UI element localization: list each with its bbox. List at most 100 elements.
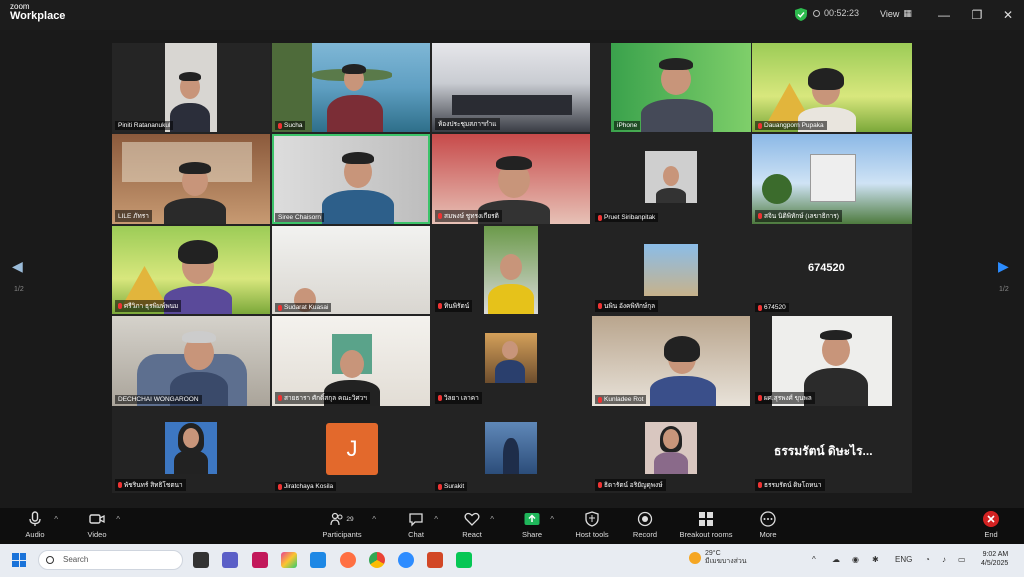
video-tile[interactable]: ผศ.สุรพงศ์ ขุนพล bbox=[752, 316, 912, 406]
language-indicator[interactable]: ENG bbox=[895, 555, 912, 564]
meeting-toolbar: Audio ^ Video ^ 29 Participants ^ Chat ^… bbox=[0, 508, 1024, 544]
participants-icon bbox=[330, 512, 343, 526]
video-tile[interactable]: Sudarat Kuasai bbox=[272, 226, 430, 314]
chevron-up-icon[interactable]: ^ bbox=[550, 515, 554, 524]
view-button[interactable]: View ▦ bbox=[880, 8, 912, 19]
participant-name: ธิดารัตน์ อริยัญดุพงษ์ bbox=[595, 479, 666, 491]
record-icon bbox=[637, 511, 653, 527]
more-button[interactable]: More bbox=[756, 511, 780, 539]
video-tile[interactable]: Pruet Siribanpitak bbox=[592, 134, 750, 224]
participants-button[interactable]: 29 Participants ^ bbox=[318, 511, 376, 539]
video-tile[interactable]: Kunladee Rot bbox=[592, 316, 750, 406]
windows-start-icon[interactable] bbox=[12, 553, 26, 567]
video-tile[interactable]: iPhone bbox=[611, 43, 751, 132]
maximize-button[interactable]: ❐ bbox=[968, 6, 986, 24]
video-tile[interactable]: สจิน นิติพิทักษ์ (เลขาธิการ) bbox=[752, 134, 912, 224]
windows-taskbar: Search 29°C มีเมฆบางส่วน ^ ☁ ◉ ✱ ENG ◔ ♪… bbox=[0, 544, 1024, 577]
line-app-icon[interactable] bbox=[456, 552, 472, 568]
chevron-up-icon[interactable]: ^ bbox=[372, 515, 376, 524]
participant-name: สมพงษ์ ชูทรงเกียรติ bbox=[435, 210, 502, 222]
chevron-up-icon[interactable]: ^ bbox=[116, 515, 120, 524]
video-tile[interactable]: DECHCHAI WONGAROON bbox=[112, 316, 270, 406]
prev-page-arrow[interactable]: ◀ bbox=[12, 258, 23, 275]
firefox-icon[interactable] bbox=[340, 552, 356, 568]
weather-widget[interactable]: 29°C มีเมฆบางส่วน bbox=[689, 550, 747, 567]
video-tile[interactable]: Surakit bbox=[432, 408, 590, 493]
muted-mic-icon bbox=[758, 122, 762, 129]
participant-name: สจิน นิติพิทักษ์ (เลขาธิการ) bbox=[755, 210, 842, 222]
chevron-up-icon[interactable]: ^ bbox=[434, 515, 438, 524]
participant-name: LILE ภัทรา bbox=[115, 210, 152, 222]
video-stage: ◀ 1/2 ▶ 1/2 Piniti Ratananukul Sucha ห้อ… bbox=[0, 30, 1024, 508]
search-placeholder: Search bbox=[63, 555, 89, 564]
record-button[interactable]: Record bbox=[630, 511, 660, 539]
bluetooth-icon[interactable]: ✱ bbox=[872, 555, 879, 564]
muted-mic-icon bbox=[758, 482, 762, 488]
copilot-icon[interactable] bbox=[281, 552, 297, 568]
taskbar-search[interactable]: Search bbox=[38, 550, 183, 570]
chrome-icon[interactable] bbox=[369, 552, 385, 568]
chat-icon bbox=[409, 513, 423, 527]
next-page-arrow[interactable]: ▶ bbox=[998, 258, 1009, 275]
network-icon[interactable]: ◉ bbox=[852, 555, 859, 564]
volume-icon[interactable]: ♪ bbox=[942, 555, 946, 564]
participant-name: iPhone bbox=[614, 121, 641, 130]
video-tile-off[interactable]: ธรรมรัตน์ ดิษะไร... ธรรมรัตน์ ดิษโถหนา bbox=[752, 408, 912, 493]
teams-icon[interactable] bbox=[222, 552, 238, 568]
end-meeting-button[interactable]: End bbox=[980, 511, 1002, 539]
chevron-up-icon[interactable]: ^ bbox=[812, 555, 816, 564]
video-button[interactable]: Video ^ bbox=[84, 511, 120, 539]
chevron-up-icon[interactable]: ^ bbox=[490, 515, 494, 524]
wifi-icon[interactable]: ◔ bbox=[925, 555, 930, 564]
search-icon bbox=[46, 556, 54, 564]
powerpoint-icon[interactable] bbox=[427, 552, 443, 568]
video-tile[interactable]: พัชรินทร์ สิทธิโชตนา bbox=[112, 408, 270, 493]
zoom-app-icon[interactable] bbox=[398, 552, 414, 568]
file-explorer-icon[interactable] bbox=[310, 552, 326, 568]
video-tile[interactable]: สมพงษ์ ชูทรงเกียรติ bbox=[432, 134, 590, 224]
close-button[interactable]: ✕ bbox=[999, 6, 1017, 24]
muted-mic-icon bbox=[438, 395, 442, 401]
shield-icon[interactable] bbox=[795, 8, 807, 21]
media-player-icon[interactable] bbox=[252, 552, 268, 568]
participant-name: ทินพิรัตน์ bbox=[435, 300, 473, 312]
system-clock[interactable]: 9:02 AM 4/5/2025 bbox=[981, 550, 1008, 568]
muted-mic-icon bbox=[118, 482, 122, 488]
onedrive-icon[interactable]: ☁ bbox=[832, 555, 840, 564]
video-tile[interactable]: Sucha bbox=[272, 43, 430, 132]
muted-mic-icon bbox=[598, 482, 602, 488]
video-tile-active-speaker[interactable]: Siree Chaisorn bbox=[272, 134, 430, 224]
battery-icon[interactable]: ▭ bbox=[958, 555, 966, 564]
task-view-icon[interactable] bbox=[193, 552, 209, 568]
video-tile[interactable]: Piniti Ratananukul bbox=[112, 43, 270, 132]
title-bar: zoom Workplace 00:52:23 View ▦ — ❐ ✕ bbox=[0, 0, 1024, 30]
muted-mic-icon bbox=[438, 483, 442, 490]
sun-icon bbox=[689, 552, 701, 564]
microphone-icon bbox=[29, 511, 41, 526]
share-button[interactable]: Share ^ bbox=[520, 511, 554, 539]
muted-mic-icon bbox=[278, 122, 282, 129]
chat-button[interactable]: Chat ^ bbox=[404, 511, 438, 539]
video-tile[interactable]: นพิน อังคพิทักษ์กุล bbox=[592, 226, 750, 314]
participant-name: ห้องประชุมสภาฯกำแ bbox=[435, 118, 500, 130]
video-tile[interactable]: LILE ภัทรา bbox=[112, 134, 270, 224]
video-tile[interactable]: วิลยา เลาคา bbox=[432, 316, 590, 406]
participant-name: ผศ.สุรพงศ์ ขุนพล bbox=[755, 392, 815, 404]
video-tile[interactable]: Dauangporn Pupaka bbox=[752, 43, 912, 132]
video-tile-off[interactable]: 674520 674520 bbox=[752, 226, 912, 314]
audio-button[interactable]: Audio ^ bbox=[22, 511, 58, 539]
video-tile[interactable]: ธิดารัตน์ อริยัญดุพงษ์ bbox=[592, 408, 750, 493]
video-tile[interactable]: ทินพิรัตน์ bbox=[432, 226, 590, 314]
breakout-rooms-button[interactable]: Breakout rooms bbox=[676, 511, 736, 539]
react-button[interactable]: React ^ bbox=[460, 511, 494, 539]
video-tile[interactable]: ศรีวิภา ธุรพิมพ์พนม bbox=[112, 226, 270, 314]
chevron-up-icon[interactable]: ^ bbox=[54, 515, 58, 524]
video-tile[interactable]: สายธารา ศักดิ์สกุล คณะวิศวฯ bbox=[272, 316, 430, 406]
avatar: J bbox=[326, 423, 378, 475]
participant-name: Surakit bbox=[435, 482, 468, 491]
muted-mic-icon bbox=[438, 303, 442, 309]
minimize-button[interactable]: — bbox=[935, 6, 953, 24]
participant-name: ศรีวิภา ธุรพิมพ์พนม bbox=[115, 300, 182, 312]
host-tools-button[interactable]: Host tools bbox=[572, 511, 612, 539]
video-tile[interactable]: ห้องประชุมสภาฯกำแ bbox=[432, 43, 590, 132]
